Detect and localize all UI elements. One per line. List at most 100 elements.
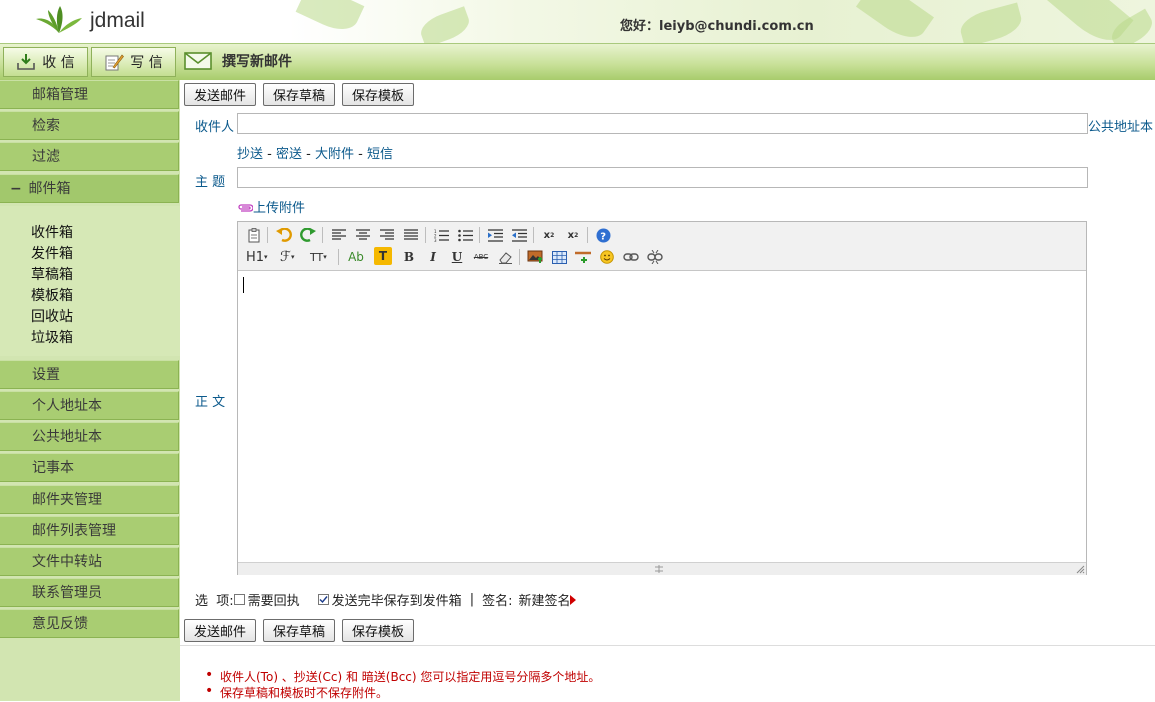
checkmark-icon — [319, 596, 328, 604]
save-sent-checkbox[interactable] — [317, 594, 329, 605]
justify-icon[interactable] — [402, 226, 420, 244]
save-sent-label: 发送完毕保存到发件箱 — [331, 594, 462, 609]
to-input[interactable] — [237, 113, 1088, 134]
compose-panel: 发送邮件 保存草稿 保存模板 收件人 公共地址本 抄送 - 密送 - 大附件 -… — [180, 80, 1155, 702]
recipient-links: 抄送 - 密送 - 大附件 - 短信 — [237, 143, 393, 162]
sidebar-item-label: 记事本 — [32, 460, 74, 476]
italic-icon[interactable]: I — [424, 248, 442, 266]
upload-attachment-link[interactable]: 上传附件 — [237, 197, 305, 216]
sidebar-item-settings[interactable]: 设置 — [0, 360, 179, 389]
italic-label: I — [430, 250, 436, 264]
ordered-list-icon[interactable]: 123 — [432, 226, 450, 244]
sidebar-item-notepad[interactable]: 记事本 — [0, 453, 179, 482]
sidebar-item-file-transfer[interactable]: 文件中转站 — [0, 547, 179, 576]
body-label: 正 文 — [195, 395, 226, 410]
font-color-icon[interactable]: Ab — [345, 248, 367, 266]
resize-handle-icon — [655, 565, 663, 573]
write-mail-label: 写 信 — [130, 55, 163, 71]
unlink-icon[interactable] — [646, 248, 664, 266]
bold-icon[interactable]: B — [400, 248, 418, 266]
sidebar-item-label: 个人地址本 — [32, 398, 102, 414]
write-mail-button[interactable]: 写 信 — [91, 47, 176, 77]
subscript-icon[interactable]: x2 — [540, 226, 558, 244]
unordered-list-icon[interactable] — [456, 226, 474, 244]
sidebar-item-mailbox-management[interactable]: 邮箱管理 — [0, 80, 179, 109]
options-row: 选 项: 需要回执 发送完毕保存到发件箱 | 签名: 新建签名 — [195, 590, 577, 609]
sms-link[interactable]: 短信 — [367, 147, 393, 162]
editor-resize-bar[interactable] — [238, 562, 1086, 575]
sidebar-item-personal-addressbook[interactable]: 个人地址本 — [0, 391, 179, 420]
folder-inbox[interactable]: 收件箱 — [31, 222, 73, 242]
font-family-dropdown[interactable]: ℱ ▾ — [280, 248, 302, 266]
heading-dropdown[interactable]: H1 ▾ — [246, 248, 272, 266]
receive-mail-button[interactable]: 收 信 — [3, 47, 88, 77]
redo-icon[interactable] — [299, 226, 317, 244]
sidebar-item-search[interactable]: 检索 — [0, 111, 179, 140]
folder-sent[interactable]: 发件箱 — [31, 243, 73, 263]
rich-text-editor: 123 x2 x2 ? H1 ▾ ℱ ▾ TT ▾ Ab T B I U ABC — [237, 221, 1087, 575]
send-button-bottom[interactable]: 发送邮件 — [184, 619, 256, 642]
indent-icon[interactable] — [486, 226, 504, 244]
save-draft-button[interactable]: 保存草稿 — [263, 83, 335, 106]
underline-icon[interactable]: U — [448, 248, 466, 266]
note-item: 收件人(To) 、抄送(Cc) 和 暗送(Bcc) 您可以指定用逗号分隔多个地址… — [205, 667, 600, 685]
insert-image-icon[interactable] — [526, 248, 544, 266]
big-attachment-link[interactable]: 大附件 — [315, 147, 354, 162]
send-button[interactable]: 发送邮件 — [184, 83, 256, 106]
editor-toolbar: 123 x2 x2 ? H1 ▾ ℱ ▾ TT ▾ Ab T B I U ABC — [238, 222, 1086, 271]
read-receipt-checkbox[interactable] — [233, 594, 245, 605]
horizontal-rule-icon[interactable] — [574, 248, 592, 266]
public-addressbook-link[interactable]: 公共地址本 — [1088, 116, 1153, 135]
folder-drafts[interactable]: 草稿箱 — [31, 264, 73, 284]
help-icon[interactable]: ? — [594, 226, 612, 244]
save-template-button[interactable]: 保存模板 — [342, 83, 414, 106]
font-family-label: ℱ — [280, 249, 292, 265]
font-size-label: TT — [310, 250, 324, 264]
align-center-icon[interactable] — [354, 226, 372, 244]
sidebar-item-label: 联系管理员 — [32, 585, 102, 601]
options-label: 选 项: — [195, 594, 234, 609]
undo-icon[interactable] — [275, 226, 293, 244]
upload-attachment-label: 上传附件 — [253, 201, 306, 216]
editor-body[interactable] — [238, 271, 1086, 561]
paste-icon[interactable] — [246, 226, 264, 244]
signature-dropdown[interactable]: 新建签名 — [518, 590, 577, 609]
bcc-link[interactable]: 密送 — [276, 147, 302, 162]
sidebar-item-mailboxes[interactable]: − 邮件箱 — [0, 174, 179, 203]
link-icon[interactable] — [622, 248, 640, 266]
sidebar-item-folder-management[interactable]: 邮件夹管理 — [0, 485, 179, 514]
insert-table-icon[interactable] — [550, 248, 568, 266]
eraser-icon[interactable] — [496, 248, 514, 266]
subject-input[interactable] — [237, 167, 1088, 188]
strikethrough-icon[interactable]: ABC — [472, 248, 490, 266]
user-greeting: 您好：leiyb@chundi.com.cn — [620, 19, 814, 34]
highlight-label: T — [378, 249, 388, 263]
sidebar-item-mailing-list-management[interactable]: 邮件列表管理 — [0, 516, 179, 545]
write-icon — [105, 54, 125, 71]
compose-title: 撰写新邮件 — [184, 51, 292, 71]
folder-trash[interactable]: 回收站 — [31, 306, 73, 326]
signature-label: 签名: — [482, 594, 513, 609]
sidebar-item-contact-admin[interactable]: 联系管理员 — [0, 578, 179, 607]
sidebar-item-label: 邮件箱 — [28, 181, 71, 197]
subject-label: 主 题 — [195, 175, 226, 190]
folder-templates[interactable]: 模板箱 — [31, 285, 73, 305]
font-color-label: Ab — [348, 250, 364, 264]
sidebar-item-filter[interactable]: 过滤 — [0, 142, 179, 171]
save-draft-button-bottom[interactable]: 保存草稿 — [263, 619, 335, 642]
sidebar-item-label: 过滤 — [32, 149, 60, 165]
highlight-icon[interactable]: T — [374, 247, 392, 265]
align-left-icon[interactable] — [330, 226, 348, 244]
outdent-icon[interactable] — [510, 226, 528, 244]
sidebar-item-feedback[interactable]: 意见反馈 — [0, 609, 179, 638]
superscript-icon[interactable]: x2 — [564, 226, 582, 244]
link-separator: - — [302, 147, 315, 162]
collapse-icon[interactable]: − — [10, 175, 24, 203]
emoticon-icon[interactable] — [598, 248, 616, 266]
font-size-dropdown[interactable]: TT ▾ — [310, 248, 332, 266]
save-template-button-bottom[interactable]: 保存模板 — [342, 619, 414, 642]
cc-link[interactable]: 抄送 — [237, 147, 263, 162]
align-right-icon[interactable] — [378, 226, 396, 244]
folder-spam[interactable]: 垃圾箱 — [31, 327, 73, 347]
sidebar-item-public-addressbook[interactable]: 公共地址本 — [0, 422, 179, 451]
